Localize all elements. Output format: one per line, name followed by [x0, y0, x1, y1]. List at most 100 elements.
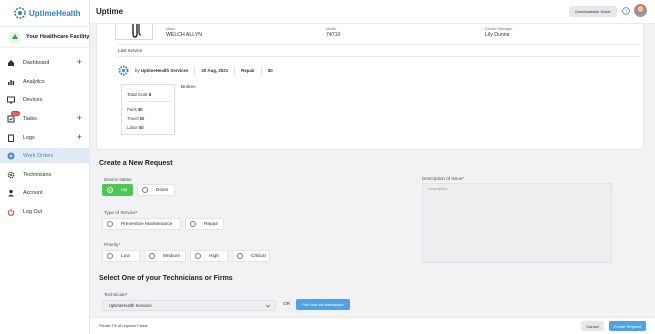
device-status-label: Device status — [104, 177, 132, 182]
priority-critical-option[interactable]: Critical — [232, 250, 270, 262]
page-title: Uptime — [96, 7, 124, 16]
travel-value: $0 — [139, 116, 145, 121]
create-request-button[interactable]: Create Request — [609, 321, 646, 331]
option-label: Repair — [204, 221, 219, 227]
device-thumbnail-icon — [132, 24, 142, 38]
make-value: WELCH ALLYN — [166, 32, 202, 38]
sidebar-item-label: Devices — [23, 96, 43, 103]
uptimehealth-logo-icon — [14, 7, 26, 19]
option-label: Up — [121, 187, 128, 193]
option-label: Down — [156, 187, 169, 193]
main-content: Make WELCH ALLYN Model 74710 Device Mana… — [90, 24, 655, 334]
help-icon[interactable]: ? — [622, 7, 630, 15]
service-preventive-option[interactable]: Preventive Maintenance — [102, 218, 181, 230]
or-text: OR — [283, 302, 291, 307]
status-up-option[interactable]: Up — [102, 184, 133, 196]
radio-icon — [190, 221, 196, 227]
new-request-title: Create a New Request — [99, 160, 173, 167]
last-service-label: Last Service — [118, 48, 143, 53]
option-label: High — [209, 253, 219, 259]
add-log-button[interactable]: + — [77, 132, 82, 142]
technician-select[interactable]: UptimeHealth Services — [102, 300, 276, 311]
cancel-button[interactable]: Cancel — [581, 321, 604, 331]
sidebar-item-dashboard[interactable]: Dashboard + — [0, 55, 90, 70]
top-bar: Uptime Downloadable Guide ? — [90, 0, 655, 24]
sidebar-item-analytics[interactable]: Analytics — [0, 74, 90, 89]
divider — [127, 101, 171, 102]
facility-switcher[interactable]: Your Healthcare Facility — [0, 26, 90, 48]
make-label: Make — [166, 27, 176, 31]
sidebar-item-label: Technicians — [23, 171, 52, 178]
model-value: 74710 — [326, 32, 341, 38]
status-down-option[interactable]: Down — [137, 184, 175, 196]
separator — [260, 65, 262, 75]
facility-name: Your Healthcare Facility — [26, 34, 90, 40]
facility-logo-icon — [9, 31, 20, 43]
option-label: Low — [121, 253, 130, 259]
device-manager-label: Device Manager — [485, 27, 513, 31]
sidebar-item-label: Logs — [23, 134, 35, 141]
sidebar-item-work-orders[interactable]: Work Orders — [0, 148, 90, 163]
radio-selected-icon — [107, 187, 113, 193]
gear-icon — [7, 171, 15, 179]
cost-breakdown: Total Cost $ Parts $0 Travel $0 Labor $0 — [121, 84, 175, 135]
option-label: Medium — [163, 253, 181, 259]
home-icon — [7, 59, 15, 67]
parts-value: $0 — [137, 107, 143, 112]
radio-icon — [149, 253, 155, 259]
service-type: Repair — [241, 67, 255, 73]
priority-medium-option[interactable]: Medium — [144, 250, 186, 262]
sidebar-item-logs[interactable]: Logs + — [0, 130, 90, 145]
separator — [194, 65, 196, 75]
sidebar-item-tasks[interactable]: 10+ Tasks + — [0, 111, 90, 126]
add-dashboard-button[interactable]: + — [77, 57, 82, 67]
total-cost: Total Cost $ — [127, 92, 151, 97]
by-prefix: by — [135, 67, 140, 73]
sidebar-item-technicians[interactable]: Technicians — [0, 167, 90, 182]
device-image — [115, 24, 153, 40]
service-repair-option[interactable]: Repair — [185, 218, 224, 230]
sidebar: UptimeHealth Your Healthcare Facility Da… — [0, 0, 90, 334]
device-card: Make WELCH ALLYN Model 74710 Device Mana… — [96, 24, 644, 150]
user-icon — [7, 189, 15, 197]
sidebar-item-devices[interactable]: Devices — [0, 92, 90, 107]
provider-name: UptimeHealth Services — [140, 67, 189, 73]
last-service-row: by UptimeHealth Services 20 Aug, 2021 Re… — [118, 64, 273, 76]
option-label: Preventive Maintenance — [121, 221, 173, 227]
sidebar-item-label: Log Out — [23, 208, 43, 215]
radio-icon — [237, 253, 243, 259]
divider — [118, 56, 640, 57]
model-label: Model — [326, 27, 337, 31]
work-orders-icon — [7, 152, 15, 160]
radio-icon — [142, 187, 148, 193]
user-avatar[interactable] — [634, 4, 647, 17]
option-label: Critical — [251, 253, 266, 259]
required-fields-note: Please Fill all required Fields — [99, 324, 148, 328]
sidebar-item-account[interactable]: Account — [0, 185, 90, 200]
sidebar-item-label: Analytics — [23, 78, 45, 85]
parts-label: Parts — [127, 107, 137, 112]
issue-description-input[interactable]: Description... — [422, 183, 612, 263]
monitor-icon — [7, 96, 15, 104]
sidebar-item-label: Dashboard — [23, 59, 50, 66]
tasks-count-badge: 10+ — [11, 111, 21, 116]
downloadable-guide-button[interactable]: Downloadable Guide — [569, 6, 617, 17]
service-provider-gear-icon — [118, 65, 129, 75]
service-provider: by UptimeHealth Services — [135, 68, 188, 73]
sidebar-item-label: Tasks — [23, 115, 37, 122]
parts-cost: Parts $0 — [127, 107, 143, 112]
priority-low-option[interactable]: Low — [102, 250, 140, 262]
technician-label: Technician* — [104, 292, 128, 297]
sidebar-item-log-out[interactable]: Log Out — [0, 204, 90, 219]
device-manager-value: Lily Dunne — [485, 32, 510, 38]
radio-icon — [107, 221, 113, 227]
brand[interactable]: UptimeHealth — [14, 6, 81, 20]
footer-bar: Please Fill all required Fields Cancel C… — [90, 317, 655, 334]
radio-icon — [107, 253, 113, 259]
labor-cost: Labor $0 — [127, 125, 144, 130]
find-via-marketplace-button[interactable]: Find New via Marketplace — [296, 299, 350, 310]
priority-high-option[interactable]: High — [190, 250, 228, 262]
add-task-button[interactable]: + — [77, 113, 82, 123]
clipboard-icon — [7, 134, 15, 142]
technician-selected-value: UptimeHealth Services — [109, 303, 152, 308]
